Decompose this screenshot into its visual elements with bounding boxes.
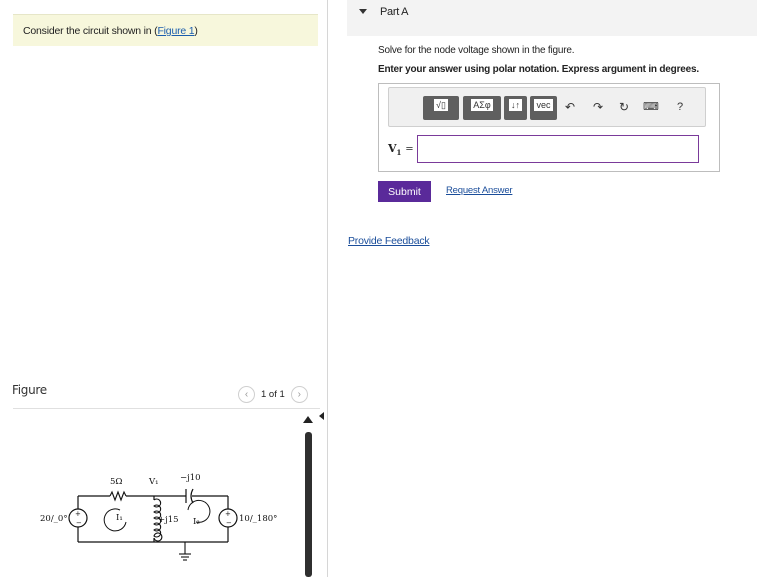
submit-button[interactable]: Submit: [378, 181, 431, 202]
circuit-diagram: + − + − 20/_0° 5Ω V₁ −j10 +j15 I₁ I₂ 10/…: [40, 473, 277, 561]
problem-intro: Consider the circuit shown in (Figure 1): [13, 14, 318, 46]
keyboard-icon[interactable]: ⌨: [643, 100, 659, 114]
figure-page-count: 1 of 1: [261, 388, 285, 400]
pane-divider: [327, 0, 328, 577]
greek-button[interactable]: ΑΣφ: [463, 96, 501, 120]
arrows-label: ↓↑: [509, 99, 522, 111]
svg-text:+: +: [225, 510, 231, 518]
math-toolbar: √▯ ΑΣφ ↓↑ vec ↶ ↷ ↻ ⌨ ?: [388, 87, 706, 127]
capacitor-label: −j10: [180, 473, 201, 483]
figure-link[interactable]: Figure 1: [157, 25, 194, 37]
figure-title: Figure: [12, 383, 47, 397]
vec-label: vec: [534, 99, 553, 111]
scroll-up-icon[interactable]: [303, 416, 313, 423]
figure-pager: ‹ 1 of 1 ›: [238, 385, 308, 403]
collapse-triangle-icon[interactable]: [359, 9, 367, 14]
answer-input[interactable]: [417, 135, 699, 163]
right-source-label: 10/_180°: [239, 514, 277, 524]
resistor-label: 5Ω: [110, 477, 122, 487]
figure-divider: [13, 408, 320, 409]
svg-text:+: +: [75, 510, 81, 518]
redo-icon[interactable]: ↷: [593, 100, 603, 114]
reset-icon[interactable]: ↻: [619, 100, 629, 114]
part-title: Part A: [380, 6, 409, 18]
intro-prefix: Consider the circuit shown in (: [23, 25, 158, 37]
intro-suffix: ): [194, 25, 198, 37]
instruction-text: Enter your answer using polar notation. …: [378, 64, 699, 75]
chevron-left-icon[interactable]: ‹: [238, 385, 255, 403]
answer-variable-label: V1 =: [388, 142, 414, 157]
left-source-label: 20/_0°: [40, 514, 68, 524]
collapse-arrow-icon[interactable]: [319, 412, 324, 420]
inductor-label: +j15: [158, 515, 179, 525]
greek-label: ΑΣφ: [471, 99, 493, 111]
provide-feedback-link[interactable]: Provide Feedback: [348, 235, 430, 247]
help-button[interactable]: ?: [677, 100, 683, 114]
question-text: Solve for the node voltage shown in the …: [378, 45, 575, 56]
node-label: V₁: [148, 477, 159, 487]
svg-text:−: −: [76, 519, 82, 527]
undo-icon[interactable]: ↶: [565, 100, 575, 114]
variable-name: V: [388, 142, 397, 155]
figure-scrollbar[interactable]: [305, 432, 312, 577]
mesh2-label: I₂: [193, 517, 200, 527]
mesh1-label: I₁: [116, 513, 123, 523]
chevron-right-icon[interactable]: ›: [290, 385, 308, 403]
templates-button[interactable]: √▯: [423, 96, 459, 120]
part-a-header[interactable]: Part A: [347, 0, 757, 36]
variable-subscript: 1: [396, 148, 402, 158]
vec-button[interactable]: vec: [530, 96, 557, 120]
equals-sign: =: [405, 144, 414, 155]
resistor-symbol: [109, 490, 127, 502]
templates-label: √▯: [434, 99, 448, 111]
arrows-button[interactable]: ↓↑: [504, 96, 527, 120]
request-answer-link[interactable]: Request Answer: [446, 185, 513, 196]
intro-text: Consider the circuit shown in (Figure 1): [23, 25, 198, 37]
svg-text:−: −: [226, 519, 232, 527]
